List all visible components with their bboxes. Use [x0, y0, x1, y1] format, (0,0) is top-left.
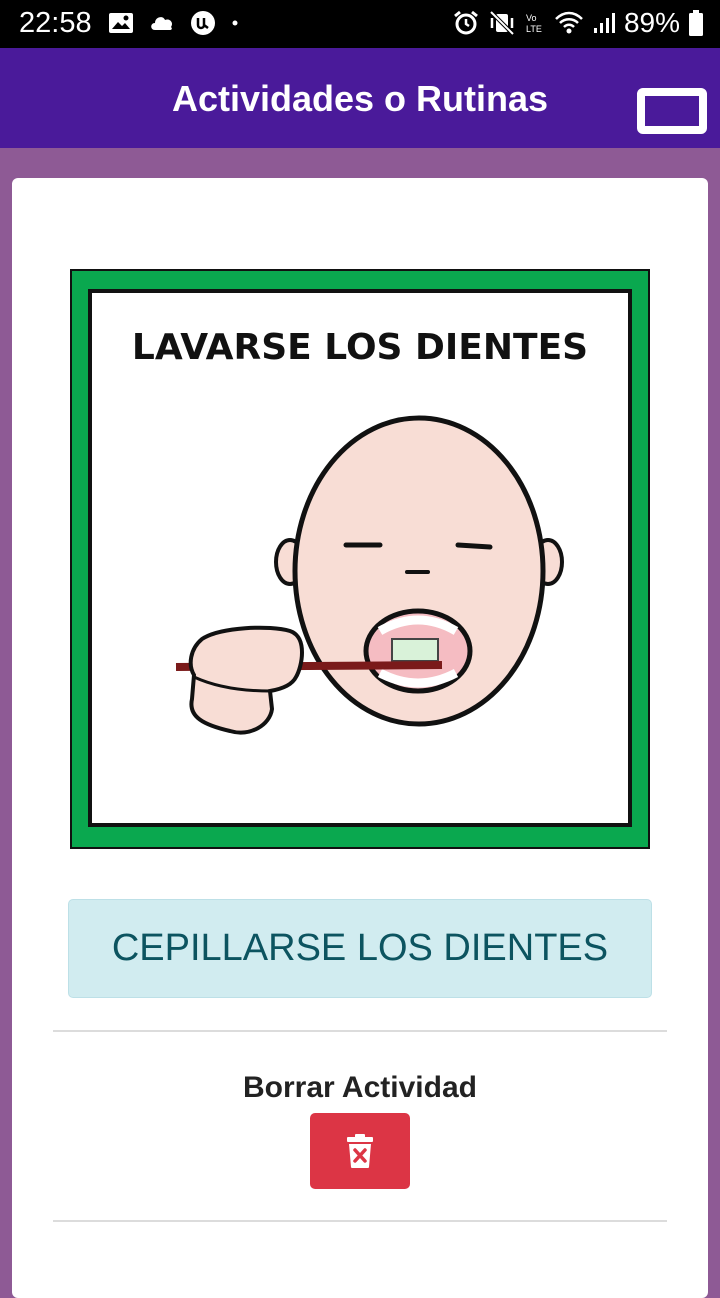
image-icon	[109, 13, 133, 33]
svg-text:LTE: LTE	[526, 24, 542, 34]
tablet-mode-button[interactable]	[637, 88, 707, 134]
u-app-icon	[191, 11, 215, 35]
dot-icon	[232, 20, 238, 26]
battery-percentage: 89%	[623, 7, 680, 38]
status-time: 22:58	[19, 7, 92, 39]
svg-text:Vo: Vo	[526, 13, 537, 23]
activity-label[interactable]: CEPILLARSE LOS DIENTES	[68, 899, 652, 998]
battery-icon	[689, 10, 703, 36]
delete-activity-label: Borrar Actividad	[243, 1071, 477, 1104]
divider-bottom	[53, 1220, 667, 1222]
wifi-icon	[555, 11, 583, 34]
cloud-icon	[151, 17, 173, 30]
volte-icon: VoLTE	[526, 13, 542, 34]
toothpaste	[391, 638, 439, 662]
status-notification-icons	[108, 10, 240, 36]
page-title: Actividades o Rutinas	[171, 78, 549, 119]
pictogram-caption: LAVARSE LOS DIENTES	[132, 327, 588, 368]
divider-top	[53, 1030, 667, 1032]
alarm-icon	[454, 10, 478, 35]
right-eye	[455, 542, 493, 550]
signal-icon	[593, 13, 615, 33]
app-bar: Actividades o Rutinas	[0, 48, 720, 148]
status-bar: 22:58 Vo LTE 89%	[0, 0, 720, 48]
trash-icon	[347, 1134, 373, 1168]
delete-activity-button[interactable]	[310, 1113, 410, 1189]
brushing-teeth-pictogram: LAVARSE LOS DIENTES	[70, 269, 650, 849]
vibrate-mute-icon	[489, 10, 515, 36]
status-system-icons: Vo LTE 89%	[452, 7, 704, 39]
